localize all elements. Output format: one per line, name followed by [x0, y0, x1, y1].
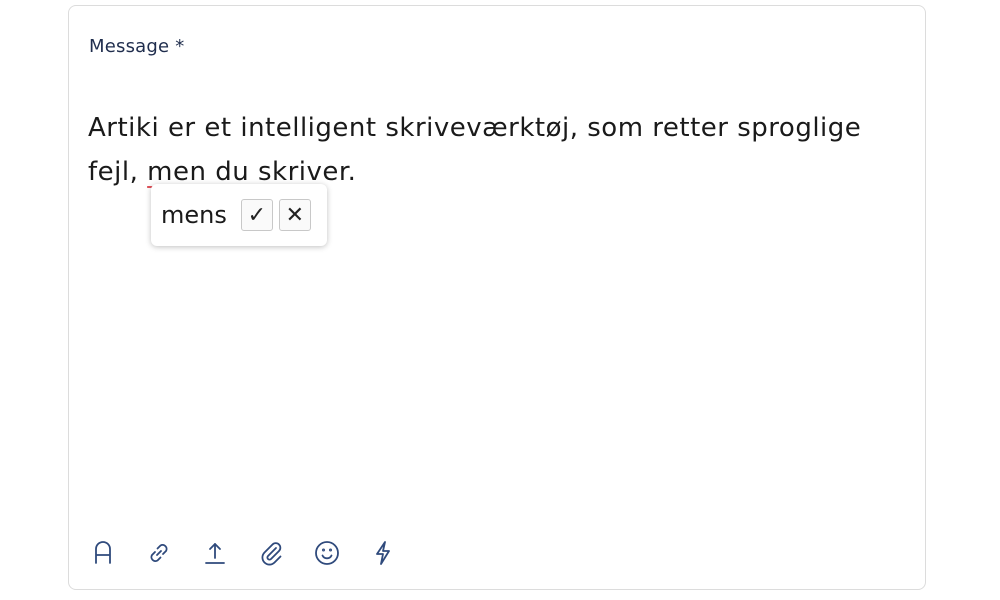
format-text-icon[interactable]: [89, 539, 117, 567]
close-icon: ✕: [285, 202, 305, 228]
flagged-word[interactable]: men: [147, 157, 206, 187]
editor-toolbar: [89, 539, 425, 567]
lightning-icon[interactable]: [369, 539, 397, 567]
checkmark-icon: ✓: [247, 202, 267, 228]
suggestion-word[interactable]: mens: [161, 201, 227, 229]
emoji-icon[interactable]: [313, 539, 341, 567]
message-textarea[interactable]: Artiki er et intelligent skriveværktøj, …: [88, 106, 918, 194]
attachment-icon[interactable]: [257, 539, 285, 567]
accept-suggestion-button[interactable]: ✓: [240, 199, 273, 231]
suggestion-popup: mens ✓ ✕: [151, 184, 327, 246]
message-text-after: du skriver.: [206, 157, 357, 187]
message-field-label: Message *: [89, 36, 185, 57]
message-card: Message * Artiki er et intelligent skriv…: [68, 5, 926, 590]
link-icon[interactable]: [145, 539, 173, 567]
reject-suggestion-button[interactable]: ✕: [278, 199, 311, 231]
upload-icon[interactable]: [201, 539, 229, 567]
